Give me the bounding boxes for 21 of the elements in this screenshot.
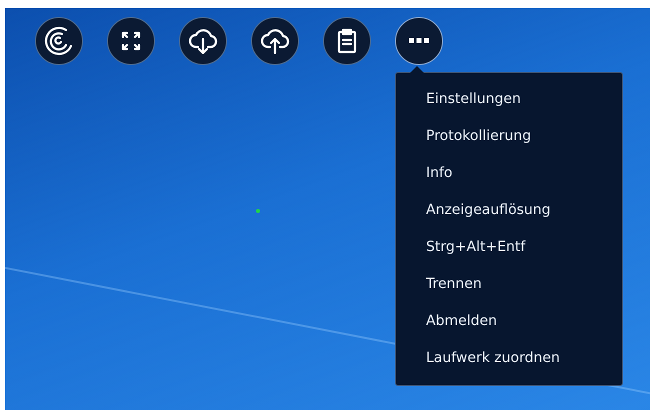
menu-item[interactable]: Protokollierung <box>396 118 622 155</box>
menu-item[interactable]: Trennen <box>396 266 622 303</box>
cursor-dot <box>256 209 260 213</box>
menu-item[interactable]: Laufwerk zuordnen <box>396 340 622 377</box>
more-button[interactable] <box>395 17 443 65</box>
logo-button[interactable] <box>35 17 83 65</box>
menu-item[interactable]: Anzeigeauflösung <box>396 192 622 229</box>
upload-button[interactable] <box>251 17 299 65</box>
logo-icon <box>44 26 74 56</box>
menu-item[interactable]: Info <box>396 155 622 192</box>
menu-item[interactable]: Einstellungen <box>396 81 622 118</box>
menu-item[interactable]: Abmelden <box>396 303 622 340</box>
cloud-download-icon <box>188 26 218 56</box>
download-button[interactable] <box>179 17 227 65</box>
menu-item[interactable]: Strg+Alt+Entf <box>396 229 622 266</box>
clipboard-button[interactable] <box>323 17 371 65</box>
clipboard-icon <box>335 28 359 54</box>
more-icon <box>409 38 429 44</box>
cloud-upload-icon <box>260 26 290 56</box>
fullscreen-button[interactable] <box>107 17 155 65</box>
fullscreen-icon <box>121 31 141 51</box>
